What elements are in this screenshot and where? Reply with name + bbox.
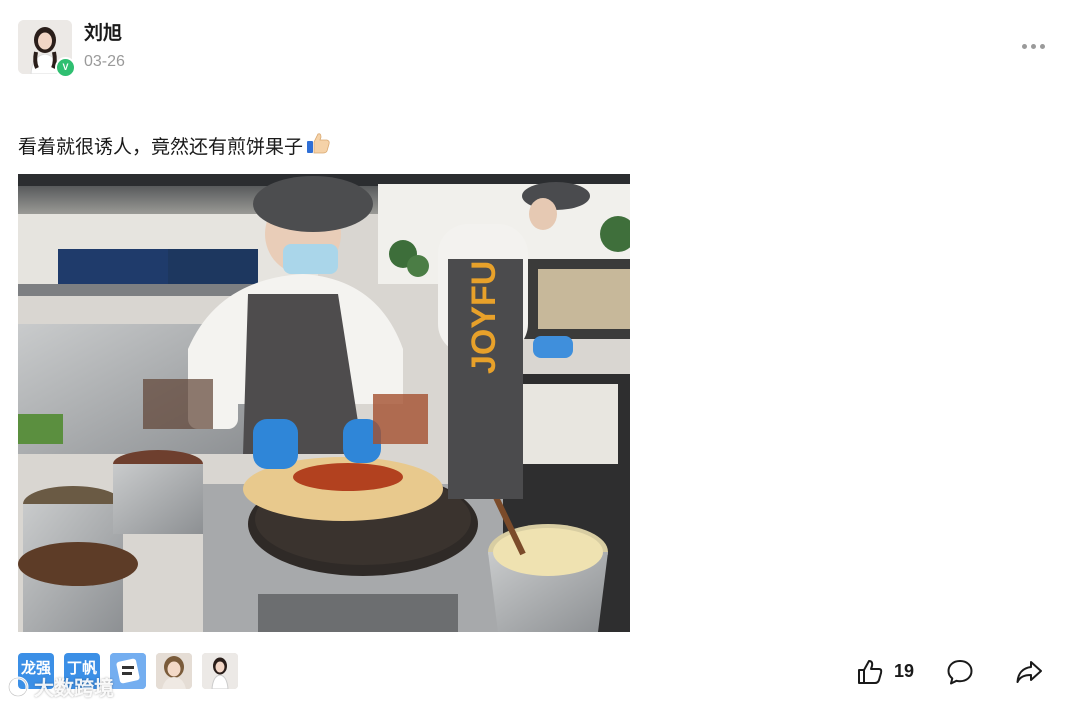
dot-icon: [1039, 43, 1045, 49]
like-button[interactable]: [856, 658, 884, 686]
share-button[interactable]: [1015, 658, 1043, 686]
liker-avatar[interactable]: [156, 653, 192, 689]
dot-icon: [1021, 43, 1027, 49]
post-text-row: 看着就很诱人，竟然还有煎饼果子: [18, 130, 331, 161]
comment-bubble-icon: [947, 660, 973, 685]
character-icon: [110, 653, 146, 689]
dot-icon: [1030, 43, 1036, 49]
more-options-button[interactable]: [1014, 36, 1052, 56]
watermark-logo-icon: [7, 676, 29, 697]
user-photo: [156, 653, 192, 689]
comment-button[interactable]: [946, 658, 974, 686]
post-text: 看着就很诱人，竟然还有煎饼果子: [18, 136, 304, 158]
liker-avatar[interactable]: [110, 653, 146, 689]
verified-badge-icon: V: [55, 57, 76, 78]
like-count: 19: [894, 661, 915, 681]
share-arrow-icon: [1016, 661, 1042, 683]
user-photo: [202, 653, 238, 689]
thumbs-up-emoji-icon: [305, 130, 331, 161]
watermark: 大数跨境: [6, 672, 114, 701]
thumbs-up-icon: [858, 660, 883, 684]
author-name[interactable]: 刘旭: [84, 18, 122, 45]
liker-avatar[interactable]: [202, 653, 238, 689]
post-date: 03-26: [84, 53, 125, 70]
watermark-text: 大数跨境: [34, 676, 114, 700]
post-photo[interactable]: JOYFU: [18, 174, 630, 632]
apron-logo-text: JOYFU: [465, 261, 503, 374]
